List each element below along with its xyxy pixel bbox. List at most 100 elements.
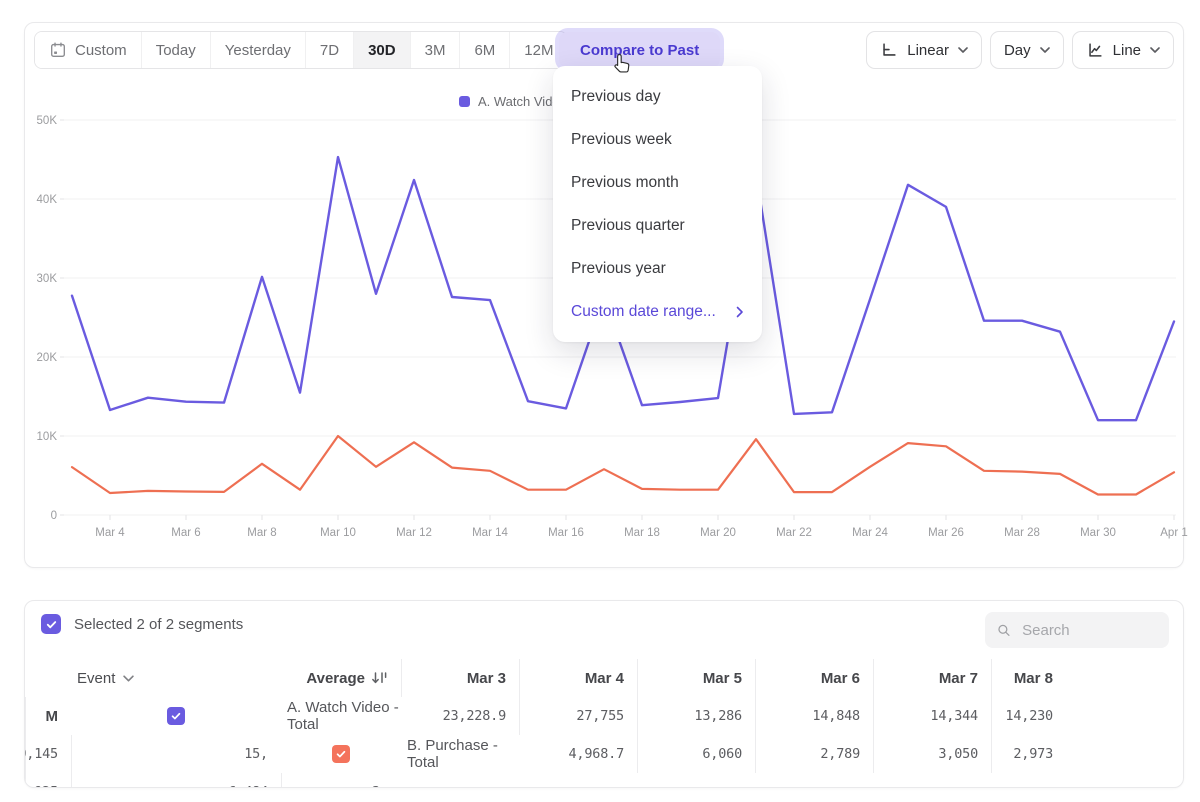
column-header-mar-5[interactable]: Mar 5	[637, 659, 755, 697]
check-icon	[170, 710, 182, 722]
table-cell: 4,968.7	[519, 735, 637, 773]
table-cell-label: 13,286	[694, 708, 742, 724]
range-label: Custom	[75, 42, 127, 59]
date-range-control: CustomTodayYesterday7D30D3M6M12M	[34, 31, 568, 69]
column-header-mar-4[interactable]: Mar 4	[519, 659, 637, 697]
chevron-down-icon	[1150, 47, 1160, 53]
range-label: 30D	[368, 42, 396, 59]
column-header-mar-6-label: Mar 6	[821, 670, 860, 687]
linear-scale-icon	[880, 41, 898, 59]
chevron-right-icon	[736, 306, 744, 318]
scale-dropdown[interactable]: Linear	[866, 31, 982, 69]
interval-dropdown[interactable]: Day	[990, 31, 1064, 69]
table-cell-label: 27,755	[576, 708, 624, 724]
row-label: B. Purchase - Total	[401, 735, 519, 773]
table-cell: 14,230	[991, 697, 1066, 735]
column-header-mar-7[interactable]: Mar 7	[873, 659, 991, 697]
column-header-mar-8[interactable]: Mar 8	[991, 659, 1066, 697]
table-cell-label: 3,	[372, 784, 388, 788]
table-cell: 15,	[71, 735, 281, 773]
table-cell: 27,755	[519, 697, 637, 735]
table-cell-label: 4,968.7	[569, 746, 625, 762]
menu-item-previous-month[interactable]: Previous month	[553, 161, 762, 204]
column-header-mar-3[interactable]: Mar 3	[401, 659, 519, 697]
column-header-m[interactable]: M	[25, 697, 71, 735]
column-header-m-label: M	[46, 708, 59, 725]
table-cell: 3,050	[873, 735, 991, 773]
check-icon	[45, 618, 58, 631]
table-cell: 14,344	[873, 697, 991, 735]
chevron-down-icon	[123, 675, 134, 682]
chart-controls: Linear Day Line	[866, 31, 1174, 69]
row-checkbox[interactable]	[281, 735, 401, 773]
table-cell: 14,848	[755, 697, 873, 735]
menu-item-label: Custom date range...	[571, 303, 716, 321]
column-header-mar-8-label: Mar 8	[1014, 670, 1053, 687]
table-cell-label: 6,060	[702, 746, 742, 762]
menu-item-previous-week[interactable]: Previous week	[553, 118, 762, 161]
column-header-mar-5-label: Mar 5	[703, 670, 742, 687]
range-3m[interactable]: 3M	[410, 32, 460, 68]
range-30d[interactable]: 30D	[353, 32, 410, 68]
segments-selection-bar: Selected 2 of 2 segments	[41, 614, 243, 634]
range-label: 6M	[474, 42, 495, 59]
search-icon	[997, 622, 1011, 639]
select-all-checkbox[interactable]	[41, 614, 61, 634]
sort-descending-icon	[372, 671, 388, 685]
column-header-mar-4-label: Mar 4	[585, 670, 624, 687]
range-6m[interactable]: 6M	[459, 32, 509, 68]
chevron-down-icon	[958, 47, 968, 53]
segments-table-card: Selected 2 of 2 segments Event Average Mar…	[24, 600, 1184, 788]
range-7d[interactable]: 7D	[305, 32, 353, 68]
chart-legend[interactable]: A. Watch Video	[459, 94, 567, 109]
range-today[interactable]: Today	[141, 32, 210, 68]
interval-label: Day	[1004, 42, 1031, 59]
column-header-mar-7-label: Mar 7	[939, 670, 978, 687]
table-cell: 2,925	[25, 773, 71, 788]
chart-type-dropdown[interactable]: Line	[1072, 31, 1174, 69]
row-label-label: A. Watch Video - Total	[287, 699, 401, 733]
column-header-mar-3-label: Mar 3	[467, 670, 506, 687]
table-cell-label: 3,050	[938, 746, 978, 762]
column-header-mar-6[interactable]: Mar 6	[755, 659, 873, 697]
analytics-dashboard: CustomTodayYesterday7D30D3M6M12M Compare…	[0, 0, 1200, 802]
compare-to-past-button[interactable]: Compare to Past	[559, 32, 720, 68]
table-cell-label: 6,484	[228, 784, 268, 788]
hand-pointer-cursor-icon	[611, 53, 632, 76]
scale-label: Linear	[907, 42, 949, 59]
range-label: 7D	[320, 42, 339, 59]
line-chart-icon	[1086, 41, 1104, 59]
compare-to-past-menu: Previous dayPrevious weekPrevious monthP…	[553, 66, 762, 342]
search-input[interactable]	[1020, 621, 1157, 640]
menu-item-previous-quarter[interactable]: Previous quarter	[553, 204, 762, 247]
table-cell: 30,145	[25, 735, 71, 773]
column-header-event[interactable]: Event	[71, 659, 281, 697]
column-header-event-label: Event	[77, 670, 115, 687]
legend-swatch	[459, 96, 470, 107]
column-header-average[interactable]: Average	[281, 659, 401, 697]
chevron-down-icon	[1040, 47, 1050, 53]
table-cell: 6,484	[71, 773, 281, 788]
table-cell-label: 23,228.9	[443, 708, 506, 724]
row-checkbox-box[interactable]	[332, 745, 350, 763]
table-cell-label: 2,973	[1013, 746, 1053, 762]
row-label-label: B. Purchase - Total	[407, 737, 519, 771]
table-cell-label: 14,230	[1005, 708, 1053, 724]
table-cell-label: 30,145	[24, 746, 58, 762]
row-label: A. Watch Video - Total	[281, 697, 401, 735]
table-cell-label: 15,	[244, 746, 268, 762]
table-cell: 23,228.9	[401, 697, 519, 735]
header-spacer	[25, 659, 71, 697]
table-cell: 3,	[281, 773, 401, 788]
range-yesterday[interactable]: Yesterday	[210, 32, 305, 68]
range-label: 3M	[425, 42, 446, 59]
range-custom[interactable]: Custom	[35, 32, 141, 68]
menu-item-custom-date-range[interactable]: Custom date range...	[553, 290, 762, 333]
table-cell-label: 2,925	[24, 784, 58, 788]
menu-item-previous-day[interactable]: Previous day	[553, 75, 762, 118]
menu-item-previous-year[interactable]: Previous year	[553, 247, 762, 290]
row-checkbox-box[interactable]	[167, 707, 185, 725]
row-checkbox[interactable]	[71, 697, 281, 735]
search-box[interactable]	[985, 612, 1169, 648]
table-cell-label: 2,789	[820, 746, 860, 762]
